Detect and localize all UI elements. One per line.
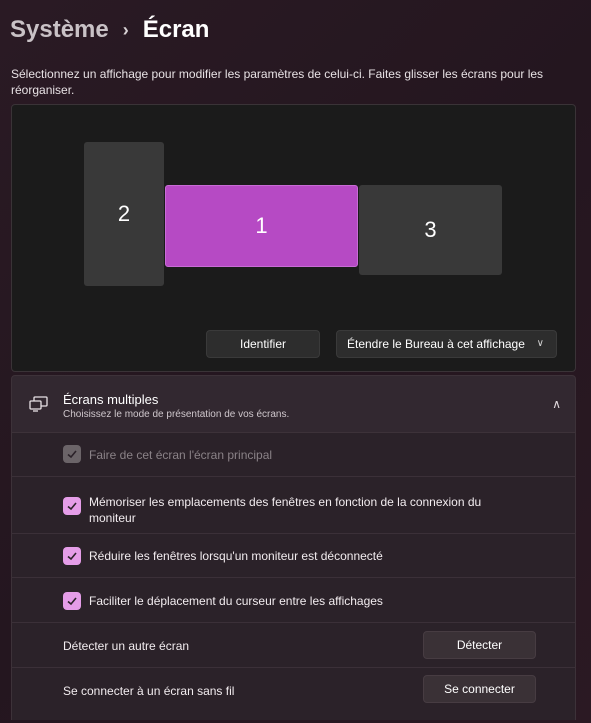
checkbox-primary-display[interactable] xyxy=(63,445,81,463)
breadcrumb: Système › Écran xyxy=(10,16,209,44)
monitor-3[interactable]: 3 xyxy=(359,185,502,275)
monitor-2[interactable]: 2 xyxy=(84,142,164,286)
connect-button[interactable]: Se connecter xyxy=(423,675,536,703)
checkbox-cursor-movement[interactable] xyxy=(63,592,81,610)
checkbox-minimize-windows[interactable] xyxy=(63,547,81,565)
section-subtitle: Choisissez le mode de présentation de vo… xyxy=(63,409,290,420)
display-mode-dropdown[interactable]: Étendre le Bureau à cet affichage ∨ xyxy=(336,330,557,358)
display-mode-value: Étendre le Bureau à cet affichage xyxy=(347,337,525,351)
chevron-right-icon: › xyxy=(122,19,129,40)
option-row-minimize-windows: Réduire les fenêtres lorsqu'un moniteur … xyxy=(11,533,576,577)
option-row-primary: Faire de cet écran l'écran principal xyxy=(11,433,576,476)
page-title: Écran xyxy=(142,16,210,43)
multiple-displays-section: Écrans multiples Choisissez le mode de p… xyxy=(11,375,576,720)
detect-button[interactable]: Détecter xyxy=(423,631,536,659)
chevron-down-icon: ∨ xyxy=(536,338,544,349)
detect-display-label: Détecter un autre écran xyxy=(63,639,190,653)
monitor-1[interactable]: 1 xyxy=(165,185,358,267)
arrangement-instructions: Sélectionnez un affichage pour modifier … xyxy=(11,67,544,97)
breadcrumb-parent[interactable]: Système xyxy=(10,16,109,44)
section-title: Écrans multiples xyxy=(63,392,159,407)
option-label-primary: Faire de cet écran l'écran principal xyxy=(89,448,273,462)
wireless-display-label: Se connecter à un écran sans fil xyxy=(63,684,235,698)
display-arrangement-panel: 2 1 3 Identifier Étendre le Bureau à cet… xyxy=(11,104,576,372)
option-label-cursor-movement: Faciliter le déplacement du curseur entr… xyxy=(89,594,383,608)
option-label-remember-windows: Mémoriser les emplacements des fenêtres … xyxy=(89,495,482,525)
option-label-minimize-windows: Réduire les fenêtres lorsqu'un moniteur … xyxy=(89,549,383,563)
wireless-display-row: Se connecter à un écran sans fil Se conn… xyxy=(11,667,576,720)
checkbox-remember-windows[interactable] xyxy=(63,497,81,515)
multiple-displays-header[interactable]: Écrans multiples Choisissez le mode de p… xyxy=(11,375,576,433)
multi-monitor-icon xyxy=(29,396,49,412)
chevron-up-icon[interactable]: ∧ xyxy=(552,397,561,411)
detect-display-row: Détecter un autre écran Détecter xyxy=(11,622,576,667)
option-row-cursor-movement: Faciliter le déplacement du curseur entr… xyxy=(11,577,576,622)
option-row-remember-windows: Mémoriser les emplacements des fenêtres … xyxy=(11,476,576,533)
identify-button[interactable]: Identifier xyxy=(206,330,320,358)
